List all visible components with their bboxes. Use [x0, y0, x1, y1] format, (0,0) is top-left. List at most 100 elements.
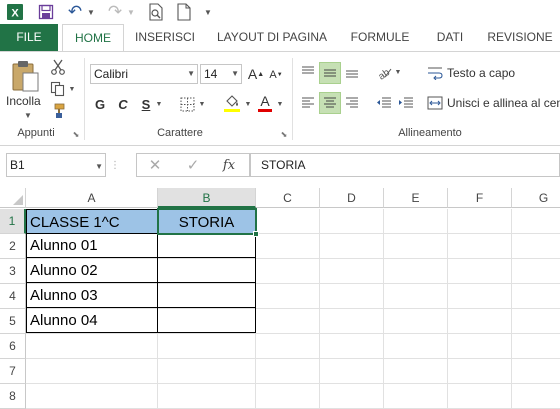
align-middle-icon[interactable]	[319, 62, 341, 84]
select-all-corner[interactable]	[0, 188, 26, 208]
empty-cell[interactable]	[158, 384, 256, 409]
decrease-indent-icon[interactable]	[374, 92, 394, 114]
empty-cell[interactable]	[384, 334, 448, 359]
row-header-2[interactable]: 2	[0, 234, 26, 259]
row-header-5[interactable]: 5	[0, 309, 26, 334]
paste-dropdown-icon[interactable]: ▼	[18, 110, 38, 120]
tab-home[interactable]: HOME	[62, 24, 124, 52]
cell-a3[interactable]: Alunno 02	[26, 258, 158, 283]
empty-cell[interactable]	[512, 384, 560, 409]
align-bottom-icon[interactable]	[342, 62, 362, 82]
empty-cell[interactable]	[256, 359, 320, 384]
align-right-icon[interactable]	[342, 92, 362, 114]
borders-dropdown-icon[interactable]: ▼	[198, 97, 206, 111]
column-header-f[interactable]: F	[448, 188, 512, 208]
column-header-c[interactable]: C	[256, 188, 320, 208]
merge-center-icon[interactable]	[426, 94, 444, 112]
align-center-icon[interactable]	[319, 92, 341, 114]
cancel-icon[interactable]: ✕	[146, 156, 164, 174]
row-header-8[interactable]: 8	[0, 384, 26, 409]
cell-b5[interactable]	[157, 308, 256, 333]
empty-cell[interactable]	[320, 334, 384, 359]
tab-formule[interactable]: FORMULE	[344, 24, 416, 51]
row-header-6[interactable]: 6	[0, 334, 26, 359]
tab-layout-di-pagina[interactable]: LAYOUT DI PAGINA	[212, 24, 332, 51]
empty-cell[interactable]	[320, 234, 384, 259]
name-box[interactable]: B1 ▼	[6, 153, 106, 177]
empty-cell[interactable]	[384, 234, 448, 259]
empty-cell[interactable]	[26, 334, 158, 359]
empty-cell[interactable]	[320, 284, 384, 309]
tab-dati[interactable]: DATI	[428, 24, 472, 51]
empty-cell[interactable]	[384, 384, 448, 409]
customize-qat-icon[interactable]: ▼	[202, 2, 214, 22]
fill-handle[interactable]	[253, 231, 259, 237]
print-preview-icon[interactable]	[146, 2, 166, 22]
cell-a1[interactable]: CLASSE 1^C	[26, 209, 158, 234]
tab-revisione[interactable]: REVISIONE	[484, 24, 556, 51]
empty-cell[interactable]	[26, 384, 158, 409]
orientation-icon[interactable]: ab	[374, 62, 394, 82]
empty-cell[interactable]	[512, 309, 560, 334]
font-family-select[interactable]: Calibri ▼	[90, 64, 198, 84]
empty-cell[interactable]	[158, 334, 256, 359]
empty-cell[interactable]	[320, 384, 384, 409]
cell-b3[interactable]	[157, 258, 256, 283]
drag-handle-icon[interactable]: ⋮	[110, 157, 120, 173]
empty-cell[interactable]	[512, 359, 560, 384]
empty-cell[interactable]	[256, 284, 320, 309]
copy-dropdown-icon[interactable]: ▼	[68, 84, 76, 94]
empty-cell[interactable]	[256, 309, 320, 334]
cell-a5[interactable]: Alunno 04	[26, 308, 158, 333]
copy-icon[interactable]	[48, 80, 68, 98]
empty-cell[interactable]	[512, 334, 560, 359]
cell-b4[interactable]	[157, 283, 256, 308]
cell-b2[interactable]	[157, 233, 256, 258]
formula-input[interactable]: STORIA	[250, 153, 560, 177]
row-header-7[interactable]: 7	[0, 359, 26, 384]
grow-font-button[interactable]: A ▲	[248, 64, 264, 84]
empty-cell[interactable]	[512, 234, 560, 259]
empty-cell[interactable]	[384, 259, 448, 284]
new-document-icon[interactable]	[174, 2, 194, 22]
tab-file[interactable]: FILE	[0, 24, 58, 51]
empty-cell[interactable]	[256, 209, 320, 234]
empty-cell[interactable]	[256, 384, 320, 409]
underline-dropdown-icon[interactable]: ▼	[155, 97, 163, 111]
empty-cell[interactable]	[512, 259, 560, 284]
underline-button[interactable]: S	[138, 94, 154, 114]
enter-icon[interactable]: ✓	[184, 156, 202, 174]
empty-cell[interactable]	[512, 284, 560, 309]
empty-cell[interactable]	[384, 209, 448, 234]
empty-cell[interactable]	[448, 284, 512, 309]
empty-cell[interactable]	[256, 259, 320, 284]
fill-color-dropdown-icon[interactable]: ▼	[244, 97, 252, 111]
empty-cell[interactable]	[448, 259, 512, 284]
font-size-select[interactable]: 14 ▼	[200, 64, 242, 84]
empty-cell[interactable]	[320, 209, 384, 234]
row-header-3[interactable]: 3	[0, 259, 26, 284]
undo-dropdown-icon[interactable]: ▼	[86, 2, 96, 22]
format-painter-icon[interactable]	[48, 102, 68, 120]
empty-cell[interactable]	[256, 234, 320, 259]
increase-indent-icon[interactable]	[396, 92, 416, 114]
font-launcher-icon[interactable]: ⬊	[280, 129, 288, 139]
paste-label[interactable]: Incolla	[6, 94, 46, 108]
bold-button[interactable]: G	[92, 94, 108, 114]
cell-a2[interactable]: Alunno 01	[26, 233, 158, 258]
column-header-g[interactable]: G	[512, 188, 560, 208]
column-header-b[interactable]: B	[158, 188, 256, 208]
empty-cell[interactable]	[320, 359, 384, 384]
paste-icon[interactable]	[8, 58, 42, 94]
empty-cell[interactable]	[448, 234, 512, 259]
redo-dropdown-icon[interactable]: ▼	[126, 2, 136, 22]
empty-cell[interactable]	[448, 334, 512, 359]
cell-a4[interactable]: Alunno 03	[26, 283, 158, 308]
empty-cell[interactable]	[256, 334, 320, 359]
empty-cell[interactable]	[448, 309, 512, 334]
align-left-icon[interactable]	[298, 92, 318, 114]
empty-cell[interactable]	[320, 259, 384, 284]
tab-inserisci[interactable]: INSERISCI	[130, 24, 200, 51]
empty-cell[interactable]	[512, 209, 560, 234]
row-header-4[interactable]: 4	[0, 284, 26, 309]
